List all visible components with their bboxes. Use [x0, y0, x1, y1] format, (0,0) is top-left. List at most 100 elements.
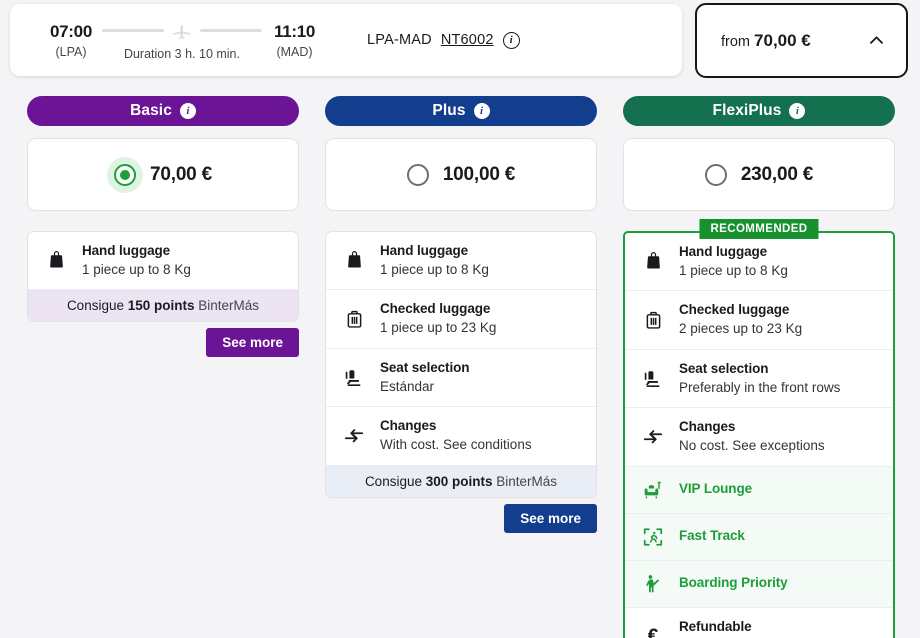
departure-airport: (LPA) — [55, 45, 86, 59]
feature-text: Hand luggage1 piece up to 8 Kg — [679, 244, 788, 279]
feature-text: Fast Track — [679, 528, 745, 545]
info-icon[interactable]: i — [503, 32, 520, 49]
feature-text: Checked luggage2 pieces up to 23 Kg — [679, 302, 802, 337]
points-amount: 300 points — [426, 474, 493, 489]
line-right — [200, 29, 262, 32]
fare-price: 100,00 € — [443, 164, 515, 186]
airplane-icon — [171, 20, 193, 42]
feature-row: Fast Track — [625, 514, 893, 561]
duration-label: Duration 3 h. 10 min. — [124, 47, 240, 61]
points-prefix: Consigue — [67, 298, 128, 313]
feature-title: Boarding Priority — [679, 575, 788, 592]
feature-title: Hand luggage — [380, 243, 489, 260]
info-icon[interactable]: i — [180, 103, 196, 119]
arrival-airport: (MAD) — [276, 45, 312, 59]
loyalty-points-row: Consigue 150 points BinterMás — [28, 290, 298, 321]
feature-title: Changes — [679, 419, 825, 436]
route-block: LPA-MAD NT6002 i — [367, 32, 520, 49]
feature-title: Fast Track — [679, 528, 745, 545]
from-prefix: from — [721, 34, 754, 50]
see-more-button-plus[interactable]: See more — [504, 504, 597, 533]
info-icon[interactable]: i — [474, 103, 490, 119]
feature-title: Hand luggage — [82, 243, 191, 260]
feature-title: Changes — [380, 418, 532, 435]
loyalty-points-row: Consigue 300 points BinterMás — [326, 466, 596, 497]
boarding-priority-icon — [641, 573, 665, 595]
features-wrapper: Hand luggage1 piece up to 8 Kg Checked lu… — [325, 231, 597, 498]
features-wrapper: Hand luggage1 piece up to 8 Kg Consigue 1… — [27, 231, 299, 322]
feature-subtitle: 2 pieces up to 23 Kg — [679, 320, 802, 338]
points-prefix: Consigue — [365, 474, 426, 489]
fare-columns: Basici70,00 €Hand luggage1 piece up to 8… — [0, 84, 920, 638]
from-price-value: 70,00 € — [754, 31, 811, 50]
feature-row: ChangesWith cost. See conditions — [326, 407, 596, 465]
feature-row: ChangesNo cost. See exceptions — [625, 408, 893, 466]
feature-subtitle: 1 piece up to 8 Kg — [380, 261, 489, 279]
feature-text: ChangesNo cost. See exceptions — [679, 419, 825, 454]
feature-title: Hand luggage — [679, 244, 788, 261]
fare-column-plus: Plusi 100,00 € Hand luggage1 piece up to 8… — [325, 96, 597, 533]
feature-text: RefundableSee conditions — [679, 619, 768, 638]
fare-header-basic[interactable]: Basici — [27, 96, 299, 126]
feature-title: VIP Lounge — [679, 481, 752, 498]
fare-radio-flexiplus[interactable] — [705, 164, 727, 186]
chevron-up-icon[interactable] — [867, 31, 886, 50]
fare-radio-basic[interactable] — [114, 164, 136, 186]
flight-card: 07:00 (LPA) Duration 3 h. 10 min. 11:10 … — [10, 4, 682, 76]
recommended-badge: RECOMMENDED — [699, 219, 818, 239]
flight-summary-bar: 07:00 (LPA) Duration 3 h. 10 min. 11:10 … — [0, 0, 920, 84]
feature-text: Seat selectionPreferably in the front ro… — [679, 361, 840, 396]
flight-number-link[interactable]: NT6002 — [441, 32, 494, 48]
fare-radio-plus[interactable] — [407, 164, 429, 186]
feature-row: Hand luggage1 piece up to 8 Kg — [28, 232, 298, 290]
feature-subtitle: With cost. See conditions — [380, 436, 532, 454]
line-left — [102, 29, 164, 32]
feature-title: Refundable — [679, 619, 768, 636]
arrival-time: 11:10 — [274, 22, 315, 42]
features-wrapper: RECOMMENDEDHand luggage1 piece up to 8 K… — [623, 231, 895, 638]
fare-price-card-plus[interactable]: 100,00 € — [325, 138, 597, 211]
route-label: LPA-MAD — [367, 32, 432, 48]
feature-title: Checked luggage — [679, 302, 802, 319]
arrival-block: 11:10 (MAD) — [274, 22, 315, 59]
points-program: BinterMás — [493, 474, 558, 489]
svg-text:€: € — [648, 626, 659, 638]
fare-price-card-flexiplus[interactable]: 230,00 € — [623, 138, 895, 211]
feature-text: Hand luggage1 piece up to 8 Kg — [82, 243, 191, 278]
vip-lounge-icon — [641, 479, 665, 501]
feature-row: Checked luggage2 pieces up to 23 Kg — [625, 291, 893, 349]
fare-header-flexiplus[interactable]: FlexiPlusi — [623, 96, 895, 126]
checked-luggage-icon — [641, 310, 665, 331]
fast-track-icon — [641, 526, 665, 548]
feature-subtitle: Estándar — [380, 378, 469, 396]
points-program: BinterMás — [195, 298, 260, 313]
feature-row: Hand luggage1 piece up to 8 Kg — [326, 232, 596, 290]
feature-text: Seat selectionEstándar — [380, 360, 469, 395]
feature-text: VIP Lounge — [679, 481, 752, 498]
feature-row: € RefundableSee conditions — [625, 608, 893, 638]
departure-time: 07:00 — [50, 22, 92, 42]
feature-text: ChangesWith cost. See conditions — [380, 418, 532, 453]
fare-price-card-basic[interactable]: 70,00 € — [27, 138, 299, 211]
see-more-row: See more — [325, 504, 597, 533]
feature-row: Checked luggage1 piece up to 23 Kg — [326, 290, 596, 348]
fare-header-plus[interactable]: Plusi — [325, 96, 597, 126]
changes-icon — [641, 426, 665, 448]
hand-luggage-icon — [641, 251, 665, 272]
fare-name: Plus — [432, 102, 465, 120]
features-card: Hand luggage1 piece up to 8 Kg Checked lu… — [623, 231, 895, 638]
feature-text: Checked luggage1 piece up to 23 Kg — [380, 301, 496, 336]
features-card: Hand luggage1 piece up to 8 Kg Checked lu… — [325, 231, 597, 498]
feature-subtitle: Preferably in the front rows — [679, 379, 840, 397]
feature-text: Boarding Priority — [679, 575, 788, 592]
departure-block: 07:00 (LPA) — [50, 22, 92, 59]
feature-subtitle: No cost. See exceptions — [679, 437, 825, 455]
features-card: Hand luggage1 piece up to 8 Kg Consigue 1… — [27, 231, 299, 322]
feature-subtitle: 1 piece up to 8 Kg — [679, 262, 788, 280]
changes-icon — [342, 425, 366, 447]
points-amount: 150 points — [128, 298, 195, 313]
info-icon[interactable]: i — [789, 103, 805, 119]
see-more-button-basic[interactable]: See more — [206, 328, 299, 357]
fare-column-flexiplus: FlexiPlusi230,00 €RECOMMENDEDHand luggag… — [623, 96, 895, 638]
from-price-selector[interactable]: from 70,00 € — [695, 3, 908, 78]
